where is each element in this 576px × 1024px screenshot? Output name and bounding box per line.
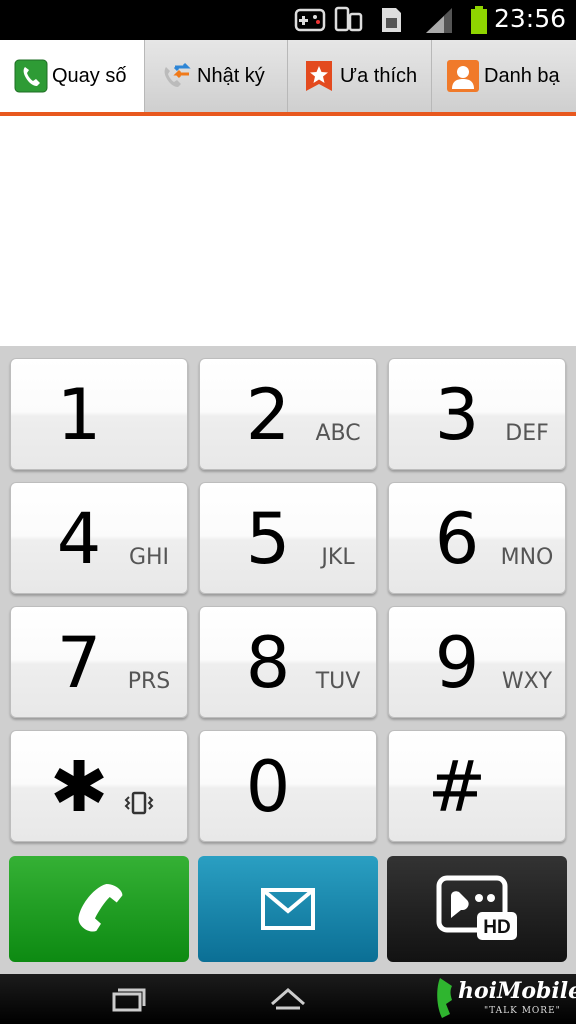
- tab-bar: Quay số Nhật ký Ưa thích Danh bạ: [0, 40, 576, 116]
- key-8[interactable]: 8 TUV: [199, 606, 377, 718]
- key-letters: DEF: [505, 421, 549, 446]
- dial-pad: 1 2 ABC 3 DEF 4 GHI 5 JKL 6 MNO 7 PRS 8 …: [0, 346, 576, 974]
- key-digit: 7: [56, 622, 102, 704]
- gamepad-icon: [294, 8, 326, 32]
- signal-icon: [426, 8, 452, 33]
- tab-contacts[interactable]: Danh bạ: [432, 40, 576, 112]
- phone-handset-icon: [14, 59, 48, 93]
- phone-call-icon: [78, 883, 123, 932]
- key-6[interactable]: 6 MNO: [388, 482, 566, 594]
- key-digit: 9: [434, 622, 480, 704]
- hd-video-call-icon: HD: [436, 875, 517, 940]
- key-digit: 2: [245, 374, 291, 456]
- key-7[interactable]: 7 PRS: [10, 606, 188, 718]
- call-button[interactable]: [9, 856, 189, 962]
- key-digit: 4: [56, 498, 102, 580]
- vibrate-icon: [124, 791, 154, 815]
- key-1[interactable]: 1: [10, 358, 188, 470]
- envelope-icon: [261, 888, 315, 930]
- key-letters: WXY: [501, 669, 553, 694]
- key-5[interactable]: 5 JKL: [199, 482, 377, 594]
- key-hash[interactable]: #: [388, 730, 566, 842]
- recent-apps-icon[interactable]: [110, 982, 146, 1016]
- phone-devices-icon: [334, 6, 363, 32]
- home-icon[interactable]: [268, 982, 308, 1016]
- star-bookmark-icon: [306, 61, 332, 91]
- number-display[interactable]: [0, 116, 576, 346]
- hd-video-call-button[interactable]: HD: [387, 856, 567, 962]
- key-digit: ✱: [49, 746, 109, 828]
- key-3[interactable]: 3 DEF: [388, 358, 566, 470]
- battery-icon: [471, 6, 487, 34]
- tab-favorites[interactable]: Ưa thích: [288, 40, 432, 112]
- key-9[interactable]: 9 WXY: [388, 606, 566, 718]
- tab-dialer[interactable]: Quay số: [0, 40, 145, 112]
- key-letters: TUV: [315, 669, 361, 694]
- watermark-text: hoiMobile: [458, 978, 576, 1004]
- tab-label: Danh bạ: [484, 64, 560, 87]
- contact-person-icon: [447, 60, 479, 92]
- key-letters: PRS: [127, 669, 171, 694]
- tab-call-log[interactable]: Nhật ký: [145, 40, 288, 112]
- key-2[interactable]: 2 ABC: [199, 358, 377, 470]
- key-4[interactable]: 4 GHI: [10, 482, 188, 594]
- watermark-subtext: "TALK MORE": [484, 1006, 561, 1016]
- key-digit: 1: [56, 374, 102, 456]
- key-letters: MNO: [500, 545, 554, 570]
- key-star[interactable]: ✱: [10, 730, 188, 842]
- key-digit: 6: [434, 498, 480, 580]
- key-digit: 0: [245, 746, 291, 828]
- status-bar: 23:56: [0, 0, 576, 40]
- key-digit: 8: [245, 622, 291, 704]
- tab-label: Nhật ký: [197, 64, 265, 87]
- key-digit: #: [427, 746, 487, 828]
- key-letters: ABC: [315, 421, 361, 446]
- key-digit: 3: [434, 374, 480, 456]
- clock: 23:56: [493, 4, 566, 33]
- key-0[interactable]: 0: [199, 730, 377, 842]
- watermark: hoiMobile "TALK MORE": [432, 972, 576, 1024]
- tab-label: Ưa thích: [340, 64, 418, 87]
- key-letters: JKL: [321, 545, 355, 570]
- key-letters: GHI: [128, 545, 170, 570]
- svg-text:HD: HD: [483, 917, 510, 938]
- tab-label: Quay số: [52, 64, 127, 87]
- message-button[interactable]: [198, 856, 378, 962]
- call-log-icon: [164, 62, 191, 87]
- key-digit: 5: [245, 498, 291, 580]
- sim-card-icon: [382, 8, 401, 32]
